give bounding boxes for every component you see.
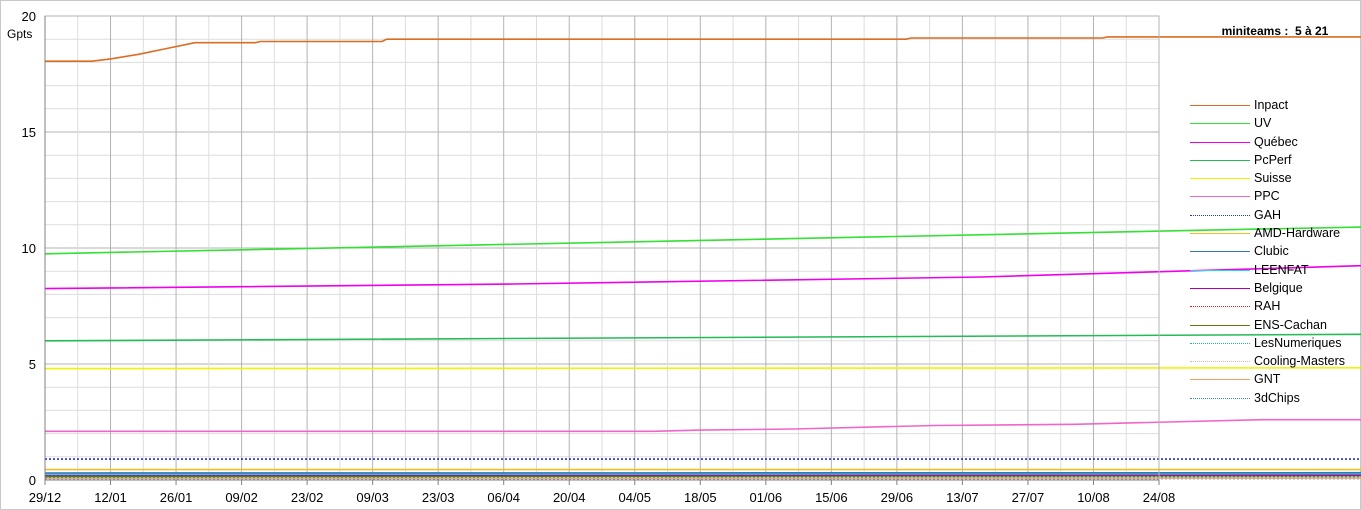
x-tick-label: 18/05	[684, 490, 717, 505]
x-tick-label: 09/03	[356, 490, 389, 505]
legend-swatch	[1190, 141, 1250, 143]
x-tick-label: 13/07	[946, 490, 979, 505]
y-tick-label: 20	[22, 9, 36, 24]
legend-item: Suisse	[1190, 170, 1355, 188]
legend-swatch	[1190, 233, 1250, 235]
legend-item: AMD-Hardware	[1190, 225, 1355, 243]
legend-item: ENS-Cachan	[1190, 317, 1355, 335]
x-tick-label: 04/05	[618, 490, 651, 505]
legend-label: Clubic	[1254, 244, 1289, 259]
y-tick-label: 15	[22, 125, 36, 140]
series-line-qu-bec	[44, 264, 1361, 290]
legend-label: GAH	[1254, 207, 1282, 222]
legend-label: Cooling-Masters	[1254, 354, 1346, 369]
x-tick-label: 29/12	[29, 490, 62, 505]
y-tick-label: 10	[22, 241, 36, 256]
grid	[45, 16, 1159, 480]
x-tick-label: 29/06	[881, 490, 914, 505]
legend-item: Inpact	[1190, 97, 1355, 115]
legend-item: PPC	[1190, 188, 1355, 206]
legend-item: LEENFAT	[1190, 262, 1355, 280]
legend-swatch	[1190, 178, 1250, 180]
x-tick-label: 20/04	[553, 490, 586, 505]
legend-swatch	[1190, 342, 1250, 344]
x-tick-label: 12/01	[94, 490, 127, 505]
legend-label: Québec	[1254, 134, 1298, 149]
legend-item: PcPerf	[1190, 152, 1355, 170]
legend-swatch	[1190, 397, 1250, 399]
line-chart: 0 5 10 15 20 29/12 12/01 26/01 09/02 23/02 09/03 23…	[7, 9, 1361, 505]
legend-label: UV	[1254, 116, 1272, 131]
legend-swatch	[1190, 269, 1250, 271]
legend-label: LEENFAT	[1254, 262, 1309, 277]
legend-label: LesNumeriques	[1254, 335, 1342, 350]
legend-item: UV	[1190, 115, 1355, 133]
x-tick-label: 23/02	[291, 490, 324, 505]
legend-label: ENS-Cachan	[1254, 317, 1327, 332]
legend-swatch	[1190, 306, 1250, 308]
legend-label: 3dChips	[1254, 390, 1300, 405]
legend-item: Québec	[1190, 134, 1355, 152]
legend-item: Cooling-Masters	[1190, 353, 1355, 371]
legend-label: GNT	[1254, 372, 1281, 387]
legend-item: GAH	[1190, 207, 1355, 225]
legend-label: PPC	[1254, 189, 1280, 204]
x-tick-label: 09/02	[225, 490, 258, 505]
x-tick-label: 24/08	[1143, 490, 1176, 505]
x-tick-label: 26/01	[160, 490, 193, 505]
legend-swatch	[1190, 361, 1250, 363]
chart-title: miniteams : 5 à 21	[1221, 24, 1329, 38]
x-tick-label: 23/03	[422, 490, 455, 505]
legend-item: Clubic	[1190, 243, 1355, 261]
legend-item: 3dChips	[1190, 390, 1355, 408]
y-axis-unit-label: Gpts	[7, 27, 32, 41]
legend-label: PcPerf	[1254, 152, 1292, 167]
legend-swatch	[1190, 214, 1250, 216]
legend-swatch	[1190, 196, 1250, 198]
legend-item: Belgique	[1190, 280, 1355, 298]
series-line-suisse	[44, 367, 1361, 370]
legend-item: LesNumeriques	[1190, 335, 1355, 353]
legend: Inpact UV Québec PcPerf Suisse PPC GAH AMD-Hard…	[1190, 97, 1355, 408]
legend-label: Suisse	[1254, 171, 1292, 186]
legend-label: AMD-Hardware	[1254, 226, 1341, 241]
legend-swatch	[1190, 159, 1250, 161]
x-tick-label: 15/06	[815, 490, 848, 505]
legend-item: GNT	[1190, 371, 1355, 389]
legend-swatch	[1190, 379, 1250, 381]
y-tick-label: 5	[29, 357, 36, 372]
x-tick-label: 06/04	[487, 490, 520, 505]
legend-swatch	[1190, 324, 1250, 326]
x-tick-label: 27/07	[1012, 490, 1045, 505]
x-tick-label: 10/08	[1077, 490, 1110, 505]
x-tick-label: 01/06	[750, 490, 783, 505]
y-tick-label: 0	[29, 473, 36, 488]
legend-label: Inpact	[1254, 98, 1289, 112]
legend-swatch	[1190, 287, 1250, 289]
series-line-pcperf	[44, 333, 1361, 342]
legend-label: Belgique	[1254, 280, 1303, 295]
legend-swatch	[1190, 123, 1250, 125]
legend-swatch	[1190, 105, 1250, 106]
legend-label: RAH	[1254, 299, 1281, 314]
legend-swatch	[1190, 251, 1250, 253]
legend-item: RAH	[1190, 298, 1355, 316]
series-line-ppc	[45, 418, 1361, 433]
